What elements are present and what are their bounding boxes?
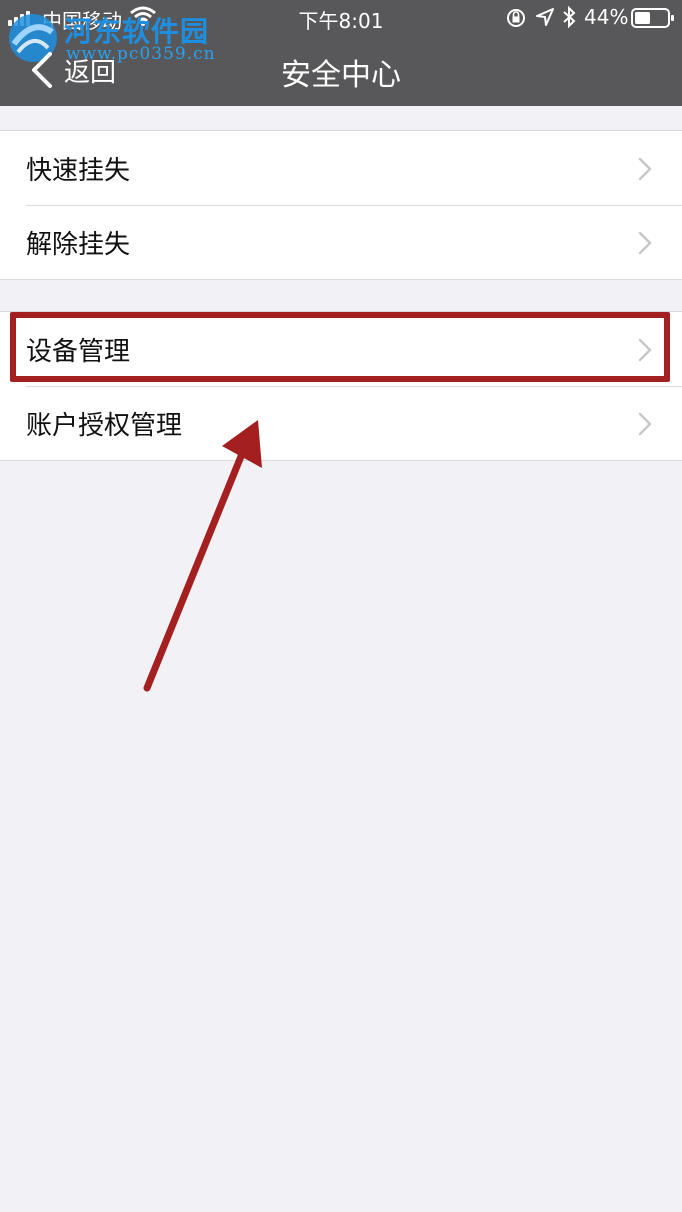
annotation-arrow-icon xyxy=(143,420,262,692)
